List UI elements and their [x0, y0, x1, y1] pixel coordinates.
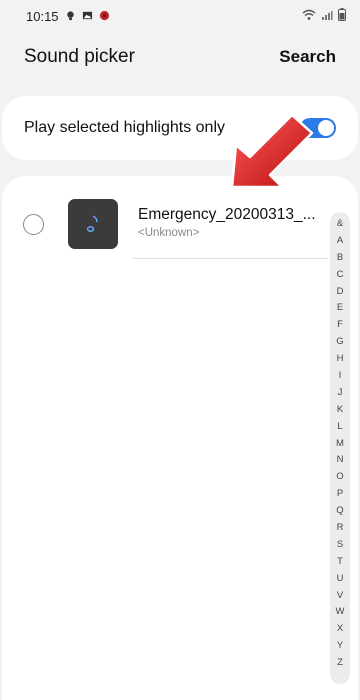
index-letter[interactable]: M [336, 436, 344, 453]
index-letter[interactable]: W [336, 604, 345, 621]
index-letter[interactable]: K [337, 402, 343, 419]
sound-thumbnail [68, 199, 118, 249]
index-letter[interactable]: A [337, 233, 343, 250]
index-letter[interactable]: T [337, 554, 343, 571]
bulb-icon [65, 9, 76, 24]
music-note-icon [86, 215, 98, 232]
sound-list: Emergency_20200313_... <Unknown> [2, 176, 358, 700]
alphabet-index[interactable]: & A B C D E F G H I J K L M N O P Q R S T U V W X Y Z [330, 212, 350, 684]
index-letter[interactable]: Q [336, 503, 343, 520]
header: Sound picker Search [0, 32, 360, 82]
index-letter[interactable]: X [337, 621, 343, 638]
index-letter[interactable]: B [337, 250, 343, 267]
index-letter[interactable]: P [337, 486, 343, 503]
index-letter[interactable]: I [339, 368, 342, 385]
status-bar: 10:15 [0, 0, 360, 32]
search-button[interactable]: Search [279, 47, 336, 67]
index-letter[interactable]: N [337, 452, 344, 469]
index-letter[interactable]: R [337, 520, 344, 537]
signal-icon [321, 9, 333, 24]
index-letter[interactable]: F [337, 317, 343, 334]
index-letter[interactable]: L [337, 419, 342, 436]
index-letter[interactable]: H [337, 351, 344, 368]
sound-subtitle: <Unknown> [138, 227, 200, 239]
wifi-icon [302, 9, 316, 24]
index-letter[interactable]: U [337, 571, 344, 588]
index-letter[interactable]: O [336, 469, 343, 486]
radio-button[interactable] [23, 214, 44, 235]
list-item[interactable]: Emergency_20200313_... <Unknown> [2, 196, 332, 258]
switch-knob [318, 120, 334, 136]
status-time: 10:15 [26, 8, 59, 24]
highlights-switch[interactable] [300, 118, 336, 138]
list-divider [133, 258, 329, 259]
index-letter[interactable]: & [337, 216, 343, 233]
index-letter[interactable]: E [337, 300, 343, 317]
index-letter[interactable]: G [336, 334, 343, 351]
index-letter[interactable]: D [337, 284, 344, 301]
page-title: Sound picker [24, 46, 135, 67]
index-letter[interactable]: Z [337, 655, 343, 672]
index-letter[interactable]: V [337, 588, 343, 605]
list-item-text: Emergency_20200313_... <Unknown> [138, 206, 328, 239]
index-letter[interactable]: J [338, 385, 343, 402]
image-icon [82, 9, 93, 24]
index-letter[interactable]: Y [337, 638, 343, 655]
index-letter[interactable]: C [337, 267, 344, 284]
toggle-label: Play selected highlights only [24, 119, 226, 136]
sound-title: Emergency_20200313_... [138, 206, 316, 223]
highlights-toggle-row[interactable]: Play selected highlights only [2, 96, 358, 160]
index-letter[interactable]: S [337, 537, 343, 554]
app-icon [99, 9, 110, 24]
battery-icon [338, 8, 346, 24]
